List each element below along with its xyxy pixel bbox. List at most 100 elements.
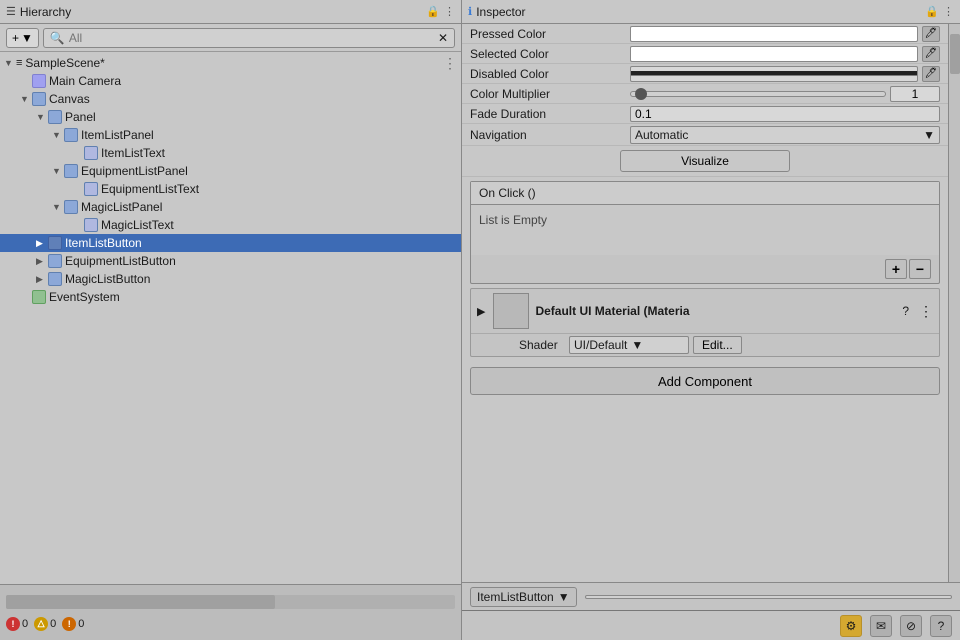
block-icon: ⊘ <box>906 619 916 633</box>
gear-icon: ⚙ <box>846 619 857 633</box>
scene-menu-icon[interactable]: ⋮ <box>443 55 457 72</box>
tree-item-magiclistbutton[interactable]: ▶ MagicListButton <box>0 270 461 288</box>
footer-slider[interactable] <box>585 595 952 599</box>
fade-duration-row: Fade Duration 0.1 <box>462 104 948 124</box>
tree-item-equipmentlistbutton[interactable]: ▶ EquipmentListButton <box>0 252 461 270</box>
ilt-label: ItemListText <box>101 146 165 160</box>
navigation-row: Navigation Automatic ▼ <box>462 124 948 146</box>
selected-color-eyedropper[interactable]: 🖊 <box>922 46 940 62</box>
mlb-triangle: ▶ <box>36 274 48 285</box>
mlp-triangle: ▼ <box>52 202 64 212</box>
shader-dropdown-arrow: ▼ <box>631 338 643 352</box>
ilb-icon <box>48 236 62 250</box>
add-component-button[interactable]: Add Component <box>470 367 940 395</box>
pressed-color-eyedropper[interactable]: 🖊 <box>922 26 940 42</box>
search-input[interactable] <box>69 31 434 45</box>
shader-dropdown[interactable]: UI/Default ▼ <box>569 336 689 354</box>
ilp-triangle: ▼ <box>52 130 64 140</box>
tree-item-main-camera[interactable]: Main Camera <box>0 72 461 90</box>
status-row: ! 0 △ 0 ! 0 <box>6 617 455 631</box>
tree-item-itemlistbutton[interactable]: ▶ ItemListButton <box>0 234 461 252</box>
hierarchy-lock-icon[interactable]: 🔒 <box>426 5 440 18</box>
hierarchy-list-icon: ☰ <box>6 5 16 18</box>
inspector-lock-icon[interactable]: 🔒 <box>925 5 939 18</box>
footer-item-dropdown[interactable]: ItemListButton ▼ <box>470 587 577 607</box>
disabled-color-eyedropper[interactable]: 🖊 <box>922 66 940 82</box>
elp-icon <box>64 164 78 178</box>
color-multiplier-row: Color Multiplier 1 <box>462 84 948 104</box>
eventsystem-icon <box>32 290 46 304</box>
tree-item-panel[interactable]: ▼ Panel <box>0 108 461 126</box>
tree-item-itemlistpanel[interactable]: ▼ ItemListPanel <box>0 126 461 144</box>
mlb-label: MagicListButton <box>65 272 150 286</box>
color-multiplier-track[interactable] <box>630 91 886 97</box>
mlt-label: MagicListText <box>101 218 174 232</box>
mlt-icon <box>84 218 98 232</box>
bottom-icon-message[interactable]: ✉ <box>870 615 892 637</box>
shader-edit-button[interactable]: Edit... <box>693 336 742 354</box>
hierarchy-panel-header: ☰ Hierarchy 🔒 ⋮ <box>0 0 461 24</box>
pressed-color-swatch[interactable] <box>630 26 918 42</box>
bottom-icon-block[interactable]: ⊘ <box>900 615 922 637</box>
ilb-triangle: ▶ <box>36 238 48 249</box>
mlp-label: MagicListPanel <box>81 200 162 214</box>
bottom-icon-gear[interactable]: ⚙ <box>840 615 862 637</box>
color-multiplier-label: Color Multiplier <box>470 87 630 101</box>
list-empty-label: List is Empty <box>479 213 547 227</box>
scrollbar-thumb[interactable] <box>950 34 960 74</box>
bottom-icons-row: ⚙ ✉ ⊘ ? <box>462 610 960 640</box>
navigation-value: Automatic <box>635 128 688 142</box>
panel-triangle: ▼ <box>36 112 48 122</box>
panel-label: Panel <box>65 110 96 124</box>
scene-root[interactable]: ▼ ≡ SampleScene* ⋮ <box>0 54 461 72</box>
warn-icon: △ <box>34 617 48 631</box>
pressed-color-label: Pressed Color <box>470 27 630 41</box>
tree-item-itemlisttext[interactable]: ItemListText <box>0 144 461 162</box>
info-count: 0 <box>78 618 84 630</box>
warn-count: 0 <box>50 618 56 630</box>
tree-item-canvas[interactable]: ▼ Canvas <box>0 90 461 108</box>
error-count: 0 <box>22 618 28 630</box>
tree-item-magiclistpanel[interactable]: ▼ MagicListPanel <box>0 198 461 216</box>
bottom-icon-help[interactable]: ? <box>930 615 952 637</box>
elt-icon <box>84 182 98 196</box>
search-clear-icon[interactable]: ✕ <box>438 31 448 45</box>
selected-color-swatch[interactable] <box>630 46 918 62</box>
onclick-remove-button[interactable]: − <box>909 259 931 279</box>
pressed-color-value: 🖊 <box>630 26 940 42</box>
inspector-scrollbar[interactable] <box>948 24 960 582</box>
inspector-menu-icon[interactable]: ⋮ <box>943 5 954 18</box>
ilt-icon <box>84 146 98 160</box>
navigation-dropdown[interactable]: Automatic ▼ <box>630 126 940 144</box>
ilp-icon <box>64 128 78 142</box>
material-expand-arrow[interactable]: ▶ <box>477 305 485 318</box>
tree-item-magiclisttext[interactable]: MagicListText <box>0 216 461 234</box>
visualize-button[interactable]: Visualize <box>620 150 790 172</box>
footer-item-label: ItemListButton <box>477 590 554 604</box>
color-multiplier-thumb[interactable] <box>635 88 647 100</box>
inspector-title: Inspector <box>476 5 921 19</box>
tree-item-eventsystem[interactable]: EventSystem <box>0 288 461 306</box>
mlb-icon <box>48 272 62 286</box>
search-box: 🔍 ✕ <box>43 28 455 48</box>
color-multiplier-input[interactable]: 1 <box>890 86 940 102</box>
fade-duration-input[interactable]: 0.1 <box>630 106 940 122</box>
elb-icon <box>48 254 62 268</box>
ilb-label: ItemListButton <box>65 236 142 250</box>
onclick-section: On Click () List is Empty + − <box>470 181 940 284</box>
tree-item-equipmentlisttext[interactable]: EquipmentListText <box>0 180 461 198</box>
elt-label: EquipmentListText <box>101 182 199 196</box>
disabled-color-swatch[interactable] <box>630 66 918 82</box>
canvas-label: Canvas <box>49 92 90 106</box>
add-dropdown-arrow: ▼ <box>21 31 33 45</box>
hierarchy-menu-icon[interactable]: ⋮ <box>444 5 455 18</box>
navigation-dropdown-arrow: ▼ <box>923 128 935 142</box>
inspector-info-icon: ℹ <box>468 5 472 18</box>
material-menu-icon[interactable]: ⋮ <box>919 303 933 320</box>
message-icon: ✉ <box>876 619 886 633</box>
tree-item-equipmentlistpanel[interactable]: ▼ EquipmentListPanel <box>0 162 461 180</box>
elp-triangle: ▼ <box>52 166 64 176</box>
onclick-add-button[interactable]: + <box>885 259 907 279</box>
add-button[interactable]: + ▼ <box>6 28 39 48</box>
eventsystem-label: EventSystem <box>49 290 120 304</box>
